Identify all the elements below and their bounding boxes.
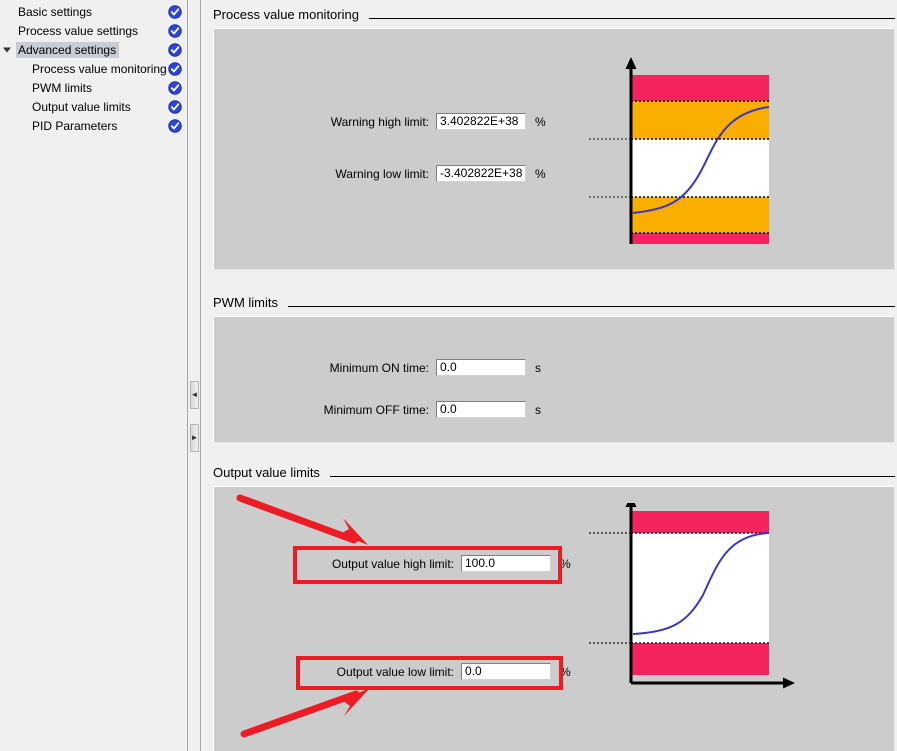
caret-left-icon: ◄: [190, 390, 199, 399]
sidebar-item-process-value-settings[interactable]: Process value settings: [0, 22, 188, 40]
sidebar-item-label: Basic settings: [18, 5, 93, 19]
status-check-icon: [168, 24, 182, 38]
field-unit: s: [535, 360, 541, 375]
status-check-icon: [168, 5, 182, 19]
field-unit: %: [560, 556, 571, 571]
sidebar-item-output-value-limits[interactable]: Output value limits: [0, 98, 188, 116]
field-minimum-on-time: Minimum ON time: 0.0 s: [319, 359, 541, 376]
panel-process-value-monitoring: Warning high limit: 3.402822E+38 % Warni…: [213, 28, 895, 270]
output-value-limits-diagram: [589, 503, 795, 689]
field-label: Minimum ON time:: [329, 360, 429, 375]
panel-splitter[interactable]: ◄ ►: [188, 0, 201, 751]
section-title: Output value limits: [213, 465, 320, 480]
sidebar-item-pwm-limits[interactable]: PWM limits: [0, 79, 188, 97]
status-check-icon: [168, 100, 182, 114]
output-value-low-limit-input[interactable]: 0.0: [461, 663, 551, 680]
field-label: Warning high limit:: [330, 114, 429, 129]
section-header-output-value-limits: Output value limits: [202, 465, 897, 480]
section-rule: [288, 306, 895, 307]
field-unit: %: [535, 166, 546, 181]
status-check-icon: [168, 62, 182, 76]
field-unit: %: [560, 664, 571, 679]
section-header-pwm-limits: PWM limits: [202, 295, 897, 310]
minimum-on-time-input[interactable]: 0.0: [436, 359, 526, 376]
status-check-icon: [168, 81, 182, 95]
sidebar-item-label: Process value settings: [18, 24, 139, 38]
sidebar-item-label: PWM limits: [32, 81, 92, 95]
field-output-value-low-limit: Output value low limit: 0.0 %: [319, 663, 571, 680]
settings-content: Process value monitoring Warning high li…: [202, 0, 897, 751]
warning-low-limit-input[interactable]: -3.402822E+38: [436, 165, 526, 182]
field-output-value-high-limit: Output value high limit: 100.0 %: [319, 555, 571, 572]
splitter-collapse-right-button[interactable]: ►: [190, 424, 199, 452]
field-label: Minimum OFF time:: [323, 402, 429, 417]
section-title: Process value monitoring: [213, 7, 359, 22]
sidebar-item-process-value-monitoring[interactable]: Process value monitoring: [0, 60, 188, 78]
sidebar-item-label: PID Parameters: [32, 119, 118, 133]
sidebar-item-advanced-settings[interactable]: Advanced settings: [0, 41, 188, 59]
field-label: Output value high limit:: [331, 556, 454, 571]
section-rule: [329, 476, 895, 477]
splitter-collapse-left-button[interactable]: ◄: [190, 381, 199, 409]
field-warning-high-limit: Warning high limit: 3.402822E+38 %: [319, 113, 546, 130]
field-warning-low-limit: Warning low limit: -3.402822E+38 %: [319, 165, 546, 182]
sidebar-item-label: Process value monitoring: [32, 62, 167, 76]
expander-triangle-icon[interactable]: [3, 47, 11, 53]
process-value-limits-diagram: [589, 57, 770, 244]
panel-output-value-limits: Output value high limit: 100.0 % Output …: [213, 486, 895, 751]
sidebar-item-label: Advanced settings: [16, 42, 120, 58]
field-label: Warning low limit:: [335, 166, 429, 181]
field-minimum-off-time: Minimum OFF time: 0.0 s: [319, 401, 541, 418]
field-unit: %: [535, 114, 546, 129]
sidebar-item-pid-parameters[interactable]: PID Parameters: [0, 117, 188, 135]
field-unit: s: [535, 402, 541, 417]
output-value-high-limit-input[interactable]: 100.0: [461, 555, 551, 572]
status-check-icon: [168, 119, 182, 133]
sidebar-item-basic-settings[interactable]: Basic settings: [0, 3, 188, 21]
section-rule: [368, 18, 895, 19]
minimum-off-time-input[interactable]: 0.0: [436, 401, 526, 418]
panel-pwm-limits: Minimum ON time: 0.0 s Minimum OFF time:…: [213, 316, 895, 443]
section-header-process-value-monitoring: Process value monitoring: [202, 7, 897, 22]
caret-right-icon: ►: [190, 433, 199, 442]
navigation-sidebar: Basic settings Process value settings Adva…: [0, 0, 188, 751]
section-title: PWM limits: [213, 295, 278, 310]
status-check-icon: [168, 43, 182, 57]
sidebar-item-label: Output value limits: [32, 100, 131, 114]
field-label: Output value low limit:: [336, 664, 454, 679]
warning-high-limit-input[interactable]: 3.402822E+38: [436, 113, 526, 130]
